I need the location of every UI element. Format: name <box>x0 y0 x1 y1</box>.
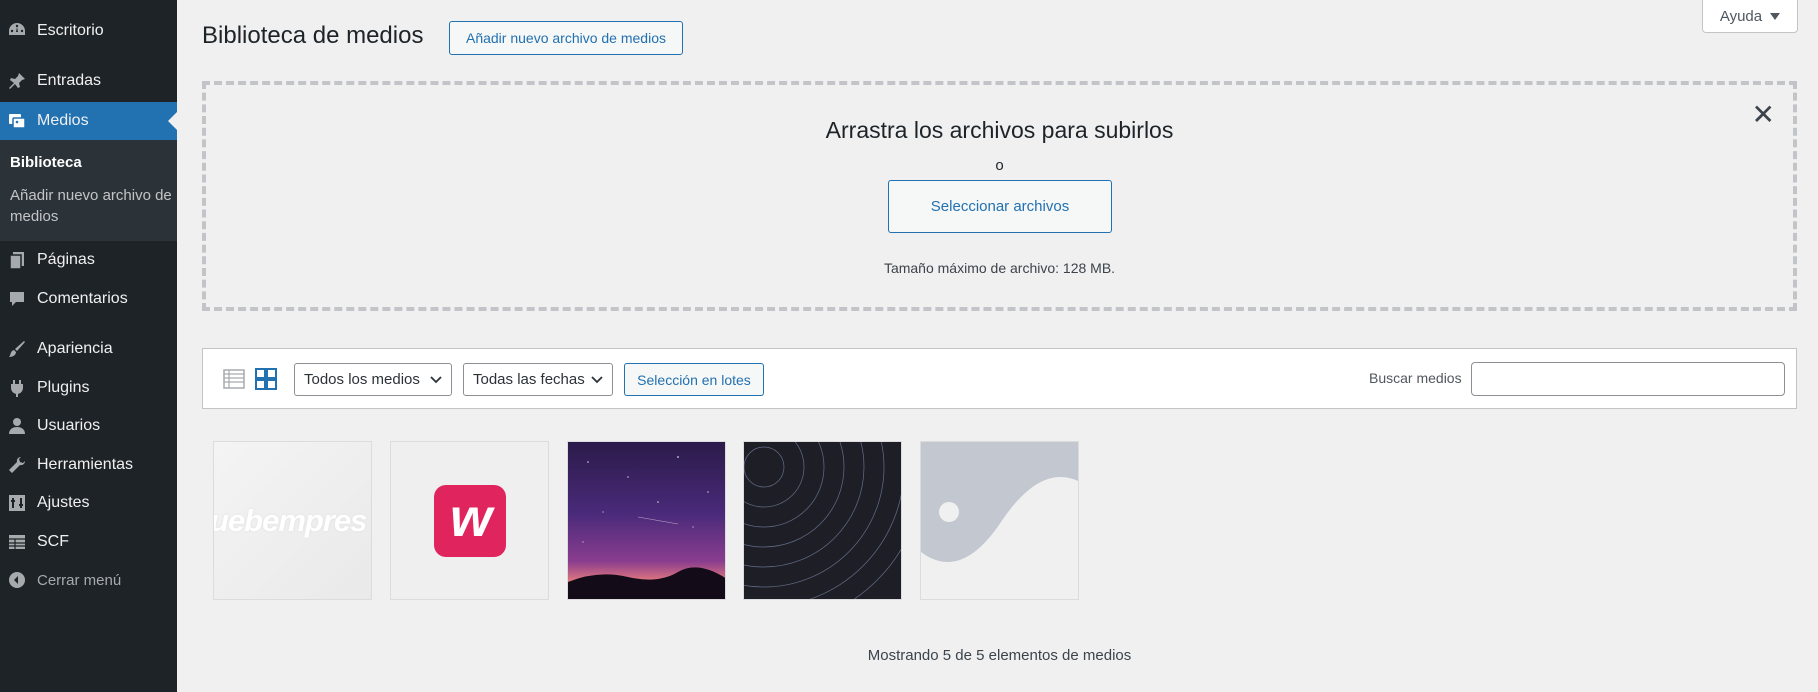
media-toolbar: Todos los medios Todas las fechas Selecc… <box>202 348 1797 409</box>
date-filter[interactable]: Todas las fechas <box>463 363 613 396</box>
sidebar-item-escritorio[interactable]: Escritorio <box>0 12 177 50</box>
select-files-button[interactable]: Seleccionar archivos <box>888 180 1112 233</box>
sidebar-item-usuarios[interactable]: Usuarios <box>0 407 177 445</box>
dashboard-icon <box>6 20 28 42</box>
search-label: Buscar medios <box>1369 370 1462 386</box>
sidebar-item-herramientas[interactable]: Herramientas <box>0 446 177 484</box>
collapse-menu-button[interactable]: Cerrar menú <box>0 561 177 599</box>
sidebar-item-medios[interactable]: Medios <box>0 102 177 140</box>
help-tab[interactable]: Ayuda <box>1702 0 1798 33</box>
brand-logo: w <box>449 488 492 548</box>
sidebar-item-label: Plugins <box>37 379 90 396</box>
add-new-media-button[interactable]: Añadir nuevo archivo de medios <box>449 21 683 55</box>
list-view-icon[interactable] <box>222 367 246 391</box>
sidebar-item-label: Comentarios <box>37 290 128 307</box>
sidebar-item-label: Entradas <box>37 72 102 89</box>
admin-sidebar: Escritorio Entradas Medios Biblioteca Añ… <box>0 0 177 692</box>
sidebar-item-comentarios[interactable]: Comentarios <box>0 280 177 318</box>
collapse-menu-label: Cerrar menú <box>37 571 122 589</box>
table-icon <box>6 531 28 553</box>
date-filter-value: Todas las fechas <box>473 371 585 388</box>
media-count: Mostrando 5 de 5 elementos de medios <box>867 647 1132 664</box>
media-item[interactable] <box>567 441 726 600</box>
collapse-icon <box>6 569 28 591</box>
help-label: Ayuda <box>1719 7 1763 25</box>
bulk-select-button[interactable]: Selección en lotes <box>624 363 764 396</box>
submenu-item-add-new[interactable]: Añadir nuevo archivo de medios <box>10 185 175 227</box>
brush-icon <box>6 338 28 360</box>
media-item[interactable]: w <box>390 441 549 600</box>
pages-icon <box>6 249 28 271</box>
drop-instructions: Arrastra los archivos para subirlos <box>825 117 1174 143</box>
media-type-filter[interactable]: Todos los medios <box>294 363 452 396</box>
sidebar-item-label: Páginas <box>37 251 95 268</box>
or-separator: o <box>995 157 1004 174</box>
sidebar-item-label: SCF <box>37 533 69 550</box>
sidebar-item-label: Escritorio <box>37 22 104 39</box>
sidebar-item-scf[interactable]: SCF <box>0 523 177 561</box>
sidebar-item-ajustes[interactable]: Ajustes <box>0 484 177 522</box>
media-icon <box>6 110 28 132</box>
media-item-placeholder[interactable] <box>920 441 1079 600</box>
comments-icon <box>6 288 28 310</box>
chevron-down-icon <box>429 372 443 390</box>
search-media-input[interactable] <box>1471 362 1785 396</box>
settings-icon <box>6 492 28 514</box>
media-item[interactable] <box>743 441 902 600</box>
user-icon <box>6 415 28 437</box>
media-text-logo: uebempres <box>213 503 367 538</box>
max-file-size: Tamaño máximo de archivo: 128 MB. <box>883 260 1116 276</box>
caret-down-icon <box>1770 8 1781 25</box>
sidebar-item-paginas[interactable]: Páginas <box>0 241 177 279</box>
chevron-down-icon <box>590 372 604 390</box>
media-submenu: Biblioteca Añadir nuevo archivo de medio… <box>0 140 177 241</box>
sidebar-item-label: Apariencia <box>37 340 113 357</box>
wrench-icon <box>6 454 28 476</box>
sidebar-item-plugins[interactable]: Plugins <box>0 369 177 407</box>
sidebar-item-entradas[interactable]: Entradas <box>0 62 177 100</box>
page-title: Biblioteca de medios <box>202 22 424 49</box>
media-item[interactable]: uebempres <box>213 441 372 600</box>
submenu-item-biblioteca[interactable]: Biblioteca <box>10 152 175 173</box>
plugin-icon <box>6 377 28 399</box>
grid-view-icon[interactable] <box>254 367 278 391</box>
sidebar-item-label: Herramientas <box>37 456 134 473</box>
sidebar-item-apariencia[interactable]: Apariencia <box>0 330 177 368</box>
pin-icon <box>6 70 28 92</box>
sidebar-item-label: Usuarios <box>37 417 101 434</box>
sidebar-item-label: Medios <box>37 112 89 129</box>
media-type-filter-value: Todos los medios <box>304 371 420 388</box>
sidebar-item-label: Ajustes <box>37 494 90 511</box>
upload-dropzone[interactable]: ✕ Arrastra los archivos para subirlos o … <box>202 81 1797 311</box>
